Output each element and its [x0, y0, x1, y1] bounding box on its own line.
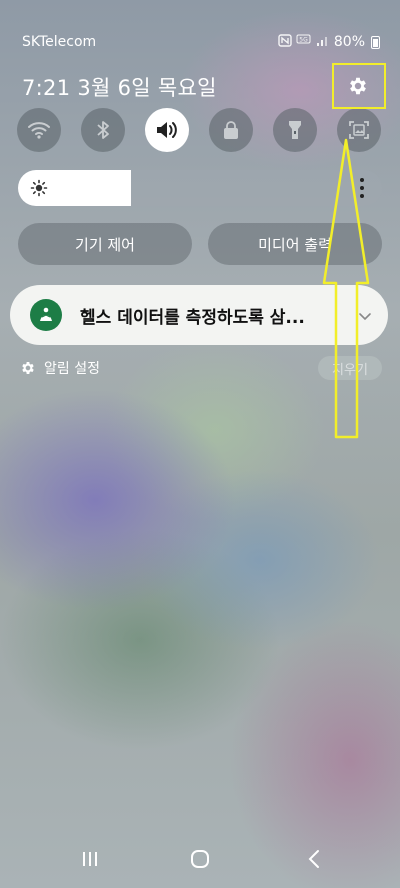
annotation-highlight-box — [332, 63, 386, 109]
date-time: 7:21 3월 6일 목요일 — [22, 76, 217, 100]
notification-settings-label: 알림 설정 — [44, 361, 100, 377]
lock-toggle[interactable] — [209, 108, 253, 152]
notification-card[interactable]: 헬스 데이터를 측정하도록 삼... — [10, 285, 388, 345]
svg-text:5G: 5G — [299, 37, 308, 44]
bluetooth-toggle[interactable] — [81, 108, 125, 152]
clear-button[interactable]: 지우기 — [318, 356, 382, 380]
screen-capture-icon — [349, 121, 369, 139]
flashlight-icon — [289, 121, 301, 139]
nfc-icon — [278, 34, 292, 50]
back-icon — [308, 850, 319, 868]
recent-apps-button[interactable] — [70, 844, 110, 874]
recent-apps-icon — [83, 852, 97, 866]
gear-icon — [22, 362, 34, 374]
status-bar: SKTelecom 5G 80% — [22, 30, 380, 54]
sun-icon — [30, 179, 48, 201]
home-button[interactable] — [180, 844, 220, 874]
device-control-button[interactable]: 기기 제어 — [18, 223, 192, 265]
brightness-slider[interactable] — [18, 170, 382, 206]
media-output-button[interactable]: 미디어 출력 — [208, 223, 382, 265]
flashlight-toggle[interactable] — [273, 108, 317, 152]
signal-icon — [316, 35, 330, 50]
chevron-down-icon[interactable] — [358, 308, 372, 327]
wifi-toggle[interactable] — [17, 108, 61, 152]
notification-settings-button[interactable]: 알림 설정 — [20, 358, 100, 378]
carrier-name: SKTelecom — [22, 34, 97, 50]
more-options-button[interactable] — [355, 176, 369, 200]
5g-icon: 5G — [296, 34, 312, 50]
screen-capture-toggle[interactable] — [337, 108, 381, 152]
quick-toggles — [17, 108, 383, 154]
status-icons: 5G 80% — [278, 34, 380, 50]
sound-toggle[interactable] — [145, 108, 189, 152]
lock-icon — [224, 121, 238, 139]
speaker-icon — [157, 122, 177, 138]
notification-text: 헬스 데이터를 측정하도록 삼... — [80, 307, 305, 328]
battery-percent: 80% — [333, 34, 365, 50]
navigation-bar — [0, 830, 400, 888]
back-button[interactable] — [294, 844, 334, 874]
wifi-icon — [28, 122, 50, 139]
bluetooth-icon — [97, 121, 109, 139]
home-icon — [191, 850, 209, 868]
battery-icon — [371, 35, 380, 49]
health-app-icon — [30, 299, 62, 331]
